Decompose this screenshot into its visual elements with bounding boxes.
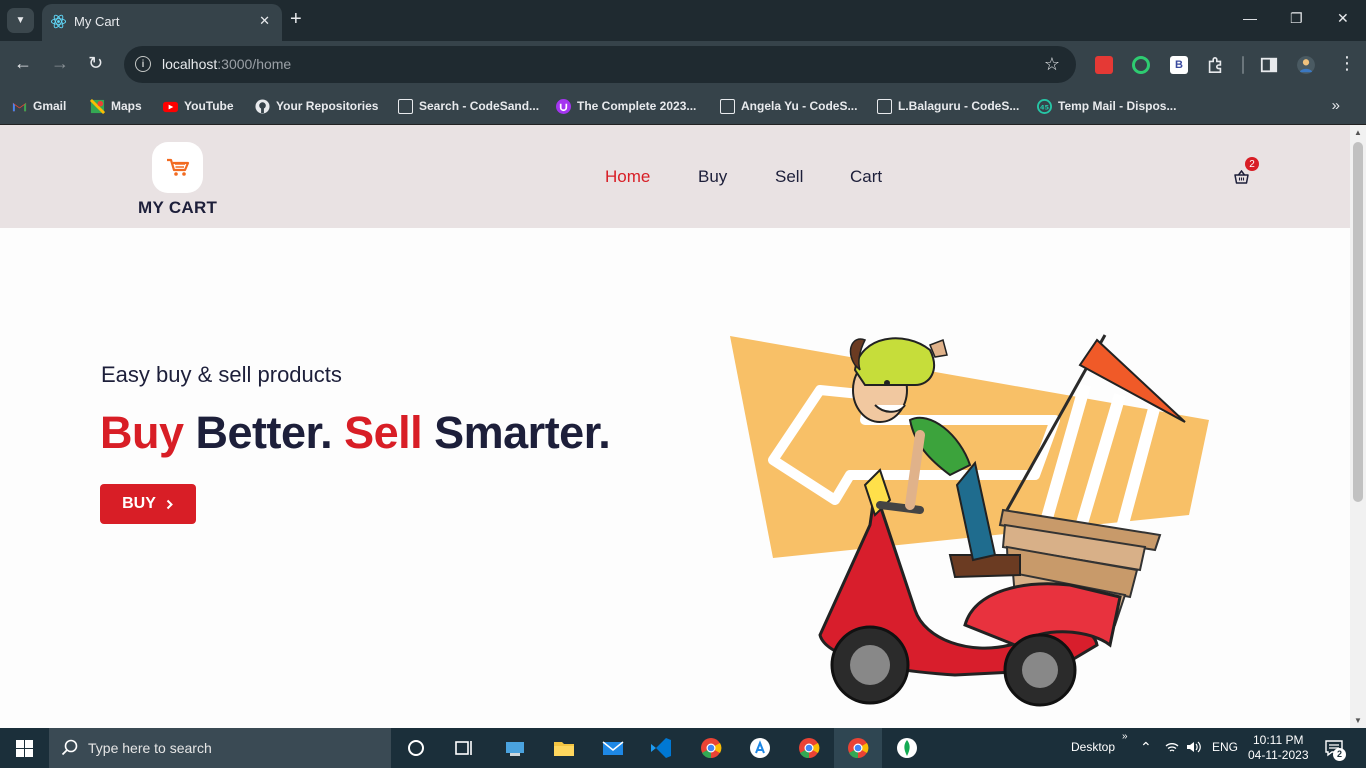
scroll-up-icon[interactable]: ▲ — [1354, 128, 1362, 137]
mail-icon[interactable] — [602, 737, 624, 759]
youtube-icon — [163, 101, 178, 112]
tab-close-icon[interactable]: ✕ — [259, 13, 270, 29]
chevron-right-icon — [166, 499, 173, 509]
reload-icon[interactable]: ↻ — [88, 54, 103, 72]
hero-subtitle: Easy buy & sell products — [101, 362, 342, 387]
mongodb-compass-icon[interactable] — [896, 737, 918, 759]
new-tab-icon[interactable]: + — [290, 9, 302, 29]
nav-sell[interactable]: Sell — [775, 167, 803, 187]
cortana-icon[interactable] — [405, 737, 427, 759]
hero-title: Buy Better. Sell Smarter. — [100, 407, 611, 458]
bookmark-star-icon[interactable]: ☆ — [1044, 54, 1060, 75]
web-page: MY CART Home Buy Sell Cart 2 Easy buy & … — [0, 125, 1350, 728]
tab-search-button[interactable]: ▼ — [7, 8, 34, 33]
wifi-icon[interactable] — [1165, 741, 1179, 753]
minimize-icon[interactable]: — — [1243, 10, 1257, 26]
tab-title: My Cart — [74, 14, 120, 29]
page-icon — [877, 98, 892, 114]
bookmark-temp-mail[interactable]: 45 Temp Mail - Dispos... — [1037, 97, 1176, 115]
extension-green-ring-icon[interactable] — [1132, 56, 1150, 74]
extension-b-icon[interactable]: B — [1170, 56, 1188, 74]
more-bookmarks-icon[interactable]: » — [1332, 97, 1340, 114]
page-icon — [720, 98, 735, 114]
windows-start-icon[interactable] — [16, 740, 33, 757]
logo-text[interactable]: MY CART — [138, 198, 217, 218]
buy-button[interactable]: BUY — [100, 484, 196, 524]
page-scrollbar[interactable]: ▲ ▼ — [1350, 125, 1366, 728]
bookmark-gmail[interactable]: Gmail — [12, 97, 66, 115]
tab-my-cart[interactable]: My Cart ✕ — [42, 4, 282, 41]
desktop-app-icon[interactable] — [504, 737, 526, 759]
chrome-profile-icon[interactable] — [798, 737, 820, 759]
nav-cart[interactable]: Cart — [850, 167, 882, 187]
show-hidden-icons[interactable]: ⌃ — [1140, 739, 1152, 756]
react-favicon-icon — [50, 14, 67, 29]
browser-menu-icon[interactable]: ⋮ — [1338, 54, 1356, 72]
toolbar-divider — [1242, 56, 1244, 74]
site-info-icon[interactable]: i — [135, 56, 151, 72]
profile-avatar[interactable] — [1297, 56, 1315, 74]
scroll-down-icon[interactable]: ▼ — [1354, 716, 1362, 725]
tab-strip: ▼ My Cart ✕ + — ❐ ✕ — [0, 0, 1366, 41]
browser-toolbar: ← → ↻ i localhost:3000/home ☆ B ⋮ — [0, 41, 1366, 89]
task-view-icon[interactable] — [453, 737, 475, 759]
vscode-icon[interactable] — [650, 737, 672, 759]
cart-count-badge: 2 — [1245, 157, 1259, 171]
forward-icon[interactable]: → — [51, 54, 69, 72]
github-icon — [255, 98, 270, 114]
temp-mail-icon: 45 — [1037, 98, 1052, 114]
close-window-icon[interactable]: ✕ — [1337, 10, 1349, 27]
gmail-icon — [12, 102, 27, 111]
basket-icon[interactable] — [1234, 170, 1249, 184]
udemy-icon — [556, 98, 571, 114]
clock[interactable]: 10:11 PM 04-11-2023 — [1248, 733, 1309, 763]
bookmark-l-balaguru[interactable]: L.Balaguru - CodeS... — [877, 97, 1019, 115]
app-store-icon[interactable] — [749, 737, 771, 759]
site-navbar: MY CART Home Buy Sell Cart 2 — [0, 125, 1350, 228]
taskbar-search-box[interactable]: Type here to search — [49, 728, 391, 768]
bookmark-youtube[interactable]: YouTube — [163, 97, 234, 115]
side-panel-icon[interactable] — [1260, 56, 1278, 74]
address-bar[interactable]: i localhost:3000/home ☆ — [124, 46, 1076, 83]
windows-taskbar: Type here to search Desktop » ⌃ ENG 10:1… — [0, 728, 1366, 768]
volume-icon[interactable] — [1186, 740, 1202, 754]
file-explorer-icon[interactable] — [553, 737, 575, 759]
nav-home[interactable]: Home — [605, 167, 650, 187]
scooter-seat — [948, 554, 1021, 579]
language-indicator[interactable]: ENG — [1212, 740, 1238, 754]
bookmarks-bar: Gmail Maps YouTube Your Repositories Sea… — [0, 89, 1366, 125]
delivery-scooter-illustration — [730, 334, 1209, 707]
url-text: localhost:3000/home — [162, 56, 292, 72]
bookmark-the-complete-2023[interactable]: The Complete 2023... — [556, 97, 696, 115]
restore-icon[interactable]: ❐ — [1290, 10, 1303, 27]
nav-buy[interactable]: Buy — [698, 167, 727, 187]
bookmark-your-repositories[interactable]: Your Repositories — [255, 97, 378, 115]
chrome-active-icon[interactable] — [847, 737, 869, 759]
svg-text:45: 45 — [1040, 103, 1050, 111]
search-icon — [61, 739, 78, 756]
scrollbar-thumb[interactable] — [1353, 142, 1363, 502]
toolbar-more-icon[interactable]: » — [1122, 731, 1128, 742]
shopping-cart-logo-icon — [166, 158, 189, 176]
logo-badge[interactable] — [152, 142, 203, 193]
back-icon[interactable]: ← — [14, 54, 32, 72]
clock-date: 04-11-2023 — [1248, 748, 1309, 762]
maps-icon — [90, 98, 105, 114]
bookmark-codesandbox-search[interactable]: Search - CodeSand... — [398, 97, 539, 115]
search-placeholder: Type here to search — [88, 740, 212, 756]
bookmark-maps[interactable]: Maps — [90, 97, 142, 115]
notification-count-badge: 2 — [1333, 748, 1346, 761]
chrome-icon[interactable] — [700, 737, 722, 759]
extension-red-icon[interactable] — [1095, 56, 1113, 74]
desktop-toolbar-label[interactable]: Desktop — [1071, 740, 1115, 754]
extensions-puzzle-icon[interactable] — [1206, 56, 1224, 74]
bookmark-angela-yu[interactable]: Angela Yu - CodeS... — [720, 97, 857, 115]
page-icon — [398, 98, 413, 114]
clock-time: 10:11 PM — [1253, 733, 1304, 747]
